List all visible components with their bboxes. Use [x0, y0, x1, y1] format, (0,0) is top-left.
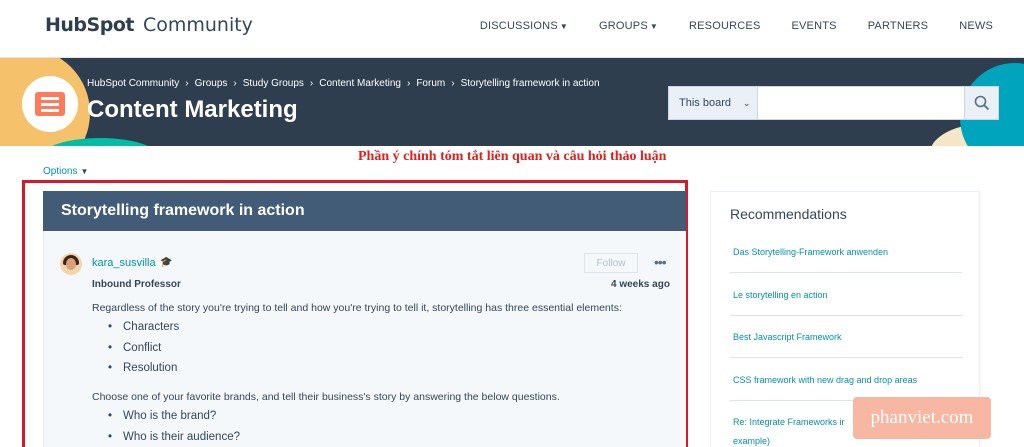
chevron-right-icon: › — [309, 78, 314, 89]
chevron-down-icon: ⌄ — [742, 97, 751, 108]
avatar[interactable] — [60, 253, 82, 275]
divider — [730, 357, 962, 358]
list-item: Characters — [108, 321, 179, 333]
more-options-icon[interactable]: ••• — [654, 254, 667, 270]
nav-label: RESOURCES — [689, 20, 761, 32]
author-rank: Inbound Professor — [92, 279, 181, 290]
nav-groups[interactable]: GROUPS ▼ — [599, 20, 658, 32]
follow-button[interactable]: Follow — [584, 253, 638, 273]
list-item: Conflict — [108, 342, 161, 354]
list-item-text: Conflict — [123, 342, 162, 354]
nav-resources[interactable]: RESOURCES — [689, 20, 760, 32]
chevron-right-icon: › — [233, 78, 237, 89]
search-button[interactable] — [964, 87, 998, 119]
nav-label: PARTNERS — [867, 20, 929, 32]
breadcrumb-item[interactable]: Storytelling framework in action — [461, 78, 600, 89]
search-scope-select[interactable]: This board ⌄ — [669, 87, 758, 119]
list-item-text: Who is the brand? — [123, 410, 217, 422]
logo-text: HubSpot — [45, 14, 134, 36]
recommendation-link[interactable]: Best Javascript Framework — [733, 332, 961, 342]
post-title: Storytelling framework in action — [43, 191, 686, 231]
search-scope-label: This board — [679, 97, 731, 109]
recommendation-link[interactable]: Le storytelling en action — [733, 290, 961, 300]
breadcrumb-item[interactable]: Study Groups — [243, 78, 304, 89]
caret-down-icon: ▼ — [649, 22, 658, 31]
caret-down-icon: ▼ — [559, 22, 568, 31]
search-bar: This board ⌄ — [668, 86, 999, 120]
post-timestamp: 4 weeks ago — [611, 279, 670, 290]
recommendations-title: Recommendations — [730, 206, 847, 222]
list-item-text: Who is their audience? — [123, 431, 240, 443]
list-item-text: Characters — [123, 321, 180, 333]
options-label: Options — [43, 166, 78, 177]
board-banner: HubSpot Community › Groups › Study Groups ›… — [0, 58, 1024, 146]
avatar-face — [66, 258, 76, 270]
nav-label: NEWS — [959, 20, 993, 32]
chevron-right-icon: › — [185, 78, 189, 89]
nav-label: EVENTS — [791, 20, 837, 32]
document-icon — [35, 92, 65, 116]
recommendation-link[interactable]: Das Storytelling-Framework anwenden — [733, 247, 961, 257]
nav-label: GROUPS — [599, 20, 648, 32]
top-navigation: HubSpot Community DISCUSSIONS ▼ GROUPS ▼ R… — [0, 0, 1024, 58]
logo-suffix: Community — [142, 14, 253, 36]
watermark: phanviet.com — [853, 397, 991, 439]
board-title: Content Marketing — [87, 96, 298, 123]
nav-news[interactable]: NEWS — [959, 20, 993, 32]
post-intro: Regardless of the story you're trying to… — [92, 302, 622, 314]
nav-partners[interactable]: PARTNERS — [868, 20, 928, 32]
breadcrumb: HubSpot Community › Groups › Study Groups ›… — [87, 78, 600, 89]
nav-label: DISCUSSIONS — [479, 20, 558, 32]
chevron-right-icon: › — [406, 78, 411, 89]
breadcrumb-item[interactable]: HubSpot Community — [87, 78, 179, 89]
breadcrumb-item[interactable]: Forum — [416, 78, 445, 89]
divider — [730, 272, 962, 273]
nav-events[interactable]: EVENTS — [791, 20, 836, 32]
list-item-text: Resolution — [123, 362, 178, 374]
breadcrumb-item[interactable]: Groups — [195, 78, 228, 89]
nav-discussions[interactable]: DISCUSSIONS ▼ — [480, 20, 568, 32]
post-prompt: Choose one of your favorite brands, and … — [92, 391, 560, 403]
options-menu[interactable]: Options ▼ — [43, 166, 88, 177]
list-item: Who is their audience? — [108, 431, 240, 443]
graduation-cap-icon: 🎓 — [160, 257, 173, 268]
hubspot-community-logo[interactable]: HubSpot Community — [45, 14, 253, 36]
board-icon — [22, 76, 78, 132]
search-input[interactable] — [758, 87, 964, 119]
search-icon — [974, 95, 989, 111]
annotation-text: Phần ý chính tóm tắt liên quan và câu hỏ… — [358, 149, 667, 164]
list-item: Resolution — [108, 362, 177, 374]
author-name[interactable]: kara_susvilla — [92, 257, 156, 269]
main-nav: DISCUSSIONS ▼ GROUPS ▼ RESOURCES EVENTS PA… — [480, 20, 1024, 32]
list-item: Who is the brand? — [108, 410, 216, 422]
chevron-right-icon: › — [451, 78, 455, 89]
recommendation-link[interactable]: CSS framework with new drag and drop are… — [733, 375, 961, 385]
breadcrumb-item[interactable]: Content Marketing — [319, 78, 401, 89]
divider — [730, 315, 962, 316]
caret-down-icon: ▼ — [80, 167, 89, 176]
